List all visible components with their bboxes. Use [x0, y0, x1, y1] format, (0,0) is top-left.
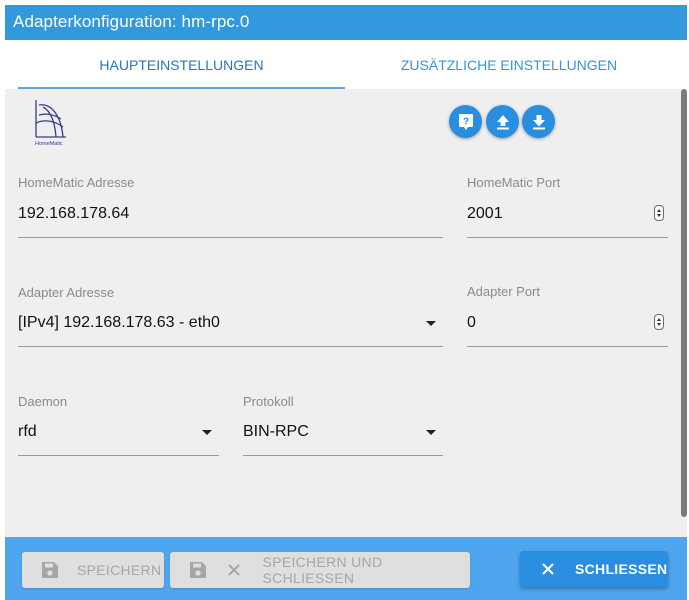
homematic-address-input[interactable]: 192.168.178.64 [18, 205, 129, 223]
save-icon [39, 561, 61, 579]
save-button[interactable]: SPEICHERN [22, 552, 164, 588]
svg-text:?: ? [462, 116, 468, 127]
homematic-address-underline [18, 237, 443, 238]
adapter-address-label: Adapter Adresse [18, 285, 115, 300]
homematic-port-label: HomeMatic Port [467, 175, 561, 190]
close-icon [226, 563, 241, 577]
adapter-config-dialog: Adapterkonfiguration: hm-rpc.0 HAUPTEINS… [0, 0, 689, 600]
upload-icon [496, 114, 510, 130]
save-label: SPEICHERN [77, 562, 162, 578]
close-button[interactable]: SCHLIESSEN [520, 551, 668, 587]
chevron-down-icon[interactable] [426, 430, 436, 435]
adapter-port-label: Adapter Port [467, 284, 540, 299]
adapter-address-field[interactable]: Adapter Adresse [IPv4] 192.168.178.63 - … [18, 285, 443, 349]
protocol-label: Protokoll [243, 394, 294, 409]
logo-text: HomeMatic [35, 141, 63, 147]
download-button[interactable] [522, 105, 555, 138]
adapter-port-stepper[interactable] [654, 314, 664, 330]
dialog-title: Adapterkonfiguration: hm-rpc.0 [5, 5, 687, 40]
protocol-field[interactable]: Protokoll BIN-RPC [243, 394, 443, 458]
chevron-down-icon[interactable] [202, 430, 212, 435]
close-label: SCHLIESSEN [575, 561, 668, 577]
tab-additional-settings[interactable]: ZUSÄTZLICHE EINSTELLUNGEN [345, 40, 673, 89]
homematic-address-field[interactable]: HomeMatic Adresse 192.168.178.64 [18, 175, 443, 239]
protocol-underline [243, 455, 443, 456]
adapter-address-select[interactable]: [IPv4] 192.168.178.63 - eth0 [18, 314, 220, 332]
daemon-label: Daemon [18, 394, 68, 409]
tab-main-settings[interactable]: HAUPTEINSTELLUNGEN [18, 40, 345, 89]
help-button[interactable]: ? [449, 105, 482, 138]
homematic-port-underline [467, 237, 668, 238]
upload-button[interactable] [486, 105, 519, 138]
save-icon [187, 561, 208, 579]
homematic-port-input[interactable]: 2001 [467, 205, 503, 223]
adapter-address-underline [18, 346, 443, 347]
daemon-field[interactable]: Daemon rfd [18, 394, 219, 458]
tab-bar: HAUPTEINSTELLUNGEN ZUSÄTZLICHE EINSTELLU… [18, 40, 673, 89]
daemon-select[interactable]: rfd [18, 423, 37, 441]
adapter-port-input[interactable]: 0 [467, 314, 476, 332]
homematic-port-field[interactable]: HomeMatic Port 2001 [467, 175, 668, 239]
protocol-select[interactable]: BIN-RPC [243, 423, 309, 441]
close-icon [541, 562, 555, 576]
homematic-logo: HomeMatic [33, 97, 69, 147]
adapter-port-underline [467, 346, 668, 347]
adapter-port-field[interactable]: Adapter Port 0 [467, 284, 668, 348]
help-icon: ? [458, 113, 474, 131]
scrollbar[interactable] [681, 89, 687, 517]
homematic-address-label: HomeMatic Adresse [18, 175, 135, 190]
save-and-close-label: SPEICHERN UND SCHLIESSEN [262, 554, 383, 586]
daemon-underline [18, 455, 219, 456]
download-icon [532, 114, 546, 130]
homematic-port-stepper[interactable] [654, 205, 664, 221]
save-and-close-button[interactable]: SPEICHERN UND SCHLIESSEN [170, 552, 470, 588]
chevron-down-icon[interactable] [426, 321, 436, 326]
